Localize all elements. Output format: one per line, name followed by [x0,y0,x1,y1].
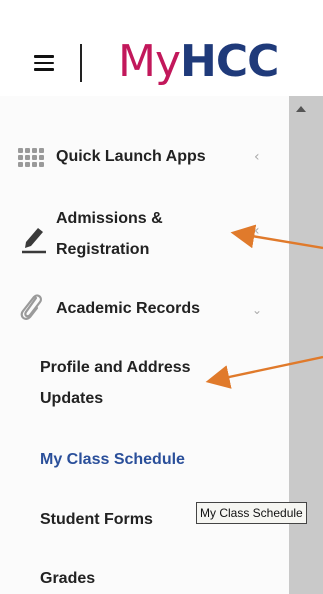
scroll-up-arrow-icon[interactable] [296,106,306,112]
paperclip-icon [20,294,42,320]
sidebar-subitem-grades[interactable]: Grades [40,563,95,594]
logo-hcc-text: HCC [180,36,279,87]
myhcc-logo[interactable]: MyHCC [118,32,279,92]
hamburger-menu-icon[interactable] [34,55,54,71]
sidebar-subitem-student-forms[interactable]: Student Forms [40,504,153,535]
apps-grid-icon [18,148,44,168]
sidebar-item-admissions-line2[interactable]: Registration [56,234,149,265]
sidebar-item-admissions-line1[interactable]: Admissions & [56,203,163,234]
tooltip: My Class Schedule [196,502,307,524]
chevron-down-icon[interactable]: ⌄ [252,303,266,317]
app-header: MyHCC [0,0,290,100]
sidebar-item-academic-records[interactable]: Academic Records [56,293,200,324]
logo-my-text: My [118,36,181,87]
sidebar-subitem-my-class-schedule[interactable]: My Class Schedule [40,444,185,475]
header-divider [80,44,82,82]
chevron-left-icon[interactable]: ‹ [254,224,268,238]
sidebar-item-quick-launch-apps[interactable]: Quick Launch Apps [56,141,206,172]
sidebar-subitem-profile-line1[interactable]: Profile and Address [40,352,191,383]
sidebar-subitem-profile-line2[interactable]: Updates [40,383,103,414]
chevron-left-icon[interactable]: ‹ [254,150,268,164]
pencil-icon [22,228,46,254]
